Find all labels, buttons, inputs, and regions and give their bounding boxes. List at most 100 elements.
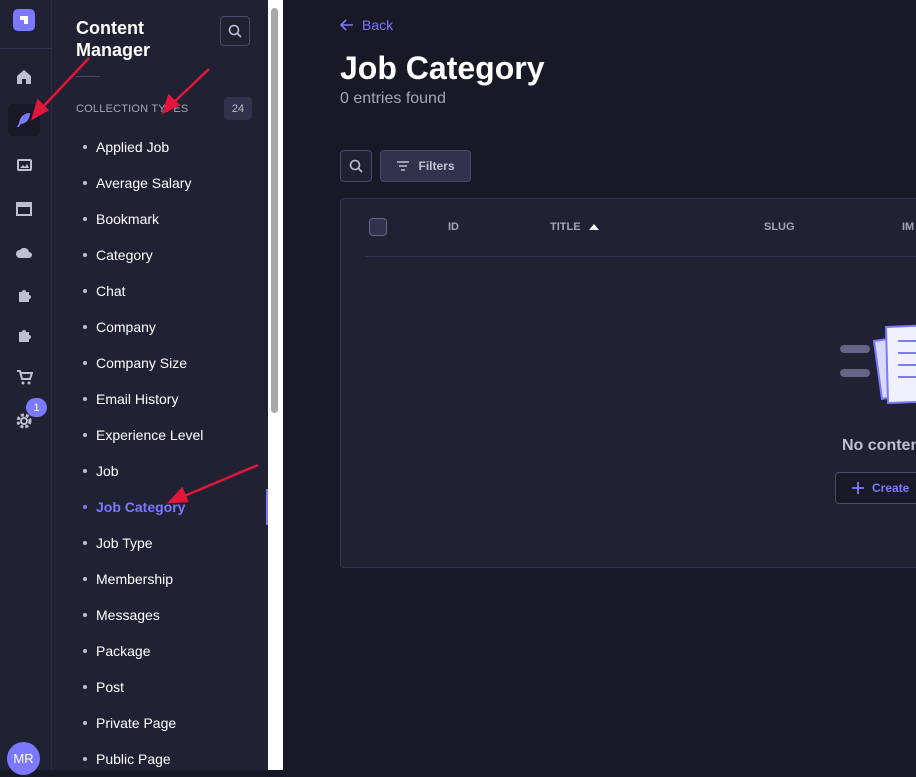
- bullet-dot: [83, 685, 87, 689]
- nav-item-label: Membership: [96, 571, 174, 587]
- main-nav-rail: 1 MR: [0, 0, 52, 775]
- plugin-icon[interactable]: [8, 279, 40, 311]
- nav-item-job-type[interactable]: Job Type: [52, 525, 268, 561]
- nav-item-label: Applied Job: [96, 139, 170, 155]
- sort-ascending-icon: [588, 224, 599, 230]
- search-icon: [228, 24, 242, 38]
- column-header-slug[interactable]: SLUG: [764, 221, 795, 233]
- nav-item-label: Chat: [96, 283, 126, 299]
- select-all-checkbox[interactable]: [369, 218, 387, 236]
- nav-item-company[interactable]: Company: [52, 309, 268, 345]
- nav-item-label: Public Page: [96, 751, 171, 767]
- nav-item-job[interactable]: Job: [52, 453, 268, 489]
- nav-item-company-size[interactable]: Company Size: [52, 345, 268, 381]
- bullet-dot: [83, 181, 87, 185]
- media-library-icon[interactable]: [8, 149, 40, 181]
- nav-item-label: Job: [96, 463, 119, 479]
- column-header-image[interactable]: IM: [902, 221, 914, 233]
- nav-item-bookmark[interactable]: Bookmark: [52, 201, 268, 237]
- column-header-title[interactable]: TITLE: [550, 221, 599, 233]
- bullet-dot: [83, 649, 87, 653]
- bullet-dot: [83, 613, 87, 617]
- cart-icon[interactable]: [8, 361, 40, 393]
- table-header: ID TITLE SLUG IM: [365, 199, 916, 257]
- bullet-dot: [83, 397, 87, 401]
- subnav-search-button[interactable]: [220, 16, 250, 46]
- nav-item-label: Job Category: [96, 499, 186, 515]
- cloud-icon[interactable]: [8, 237, 40, 269]
- nav-item-label: Experience Level: [96, 427, 204, 443]
- nav-item-label: Bookmark: [96, 211, 160, 227]
- nav-item-private-page[interactable]: Private Page: [52, 705, 268, 741]
- section-count-badge: 24: [224, 97, 252, 120]
- rail-divider: [0, 48, 52, 49]
- nav-item-applied-job[interactable]: Applied Job: [52, 129, 268, 165]
- nav-item-label: Category: [96, 247, 153, 263]
- plugin-icon[interactable]: [8, 319, 40, 351]
- arrow-left-icon: [340, 19, 353, 31]
- back-link-label: Back: [362, 17, 394, 33]
- bullet-dot: [83, 721, 87, 725]
- filter-icon: [397, 161, 410, 171]
- empty-state-message: No conten: [842, 437, 916, 454]
- create-entry-button[interactable]: Create: [835, 472, 916, 504]
- nav-item-label: Private Page: [96, 715, 177, 731]
- layout-icon[interactable]: [8, 193, 40, 225]
- main-content: Back Job Category 0 entries found Filter…: [283, 0, 916, 770]
- bullet-dot: [83, 289, 87, 293]
- bullet-dot: [83, 505, 87, 509]
- nav-item-email-history[interactable]: Email History: [52, 381, 268, 417]
- nav-item-public-page[interactable]: Public Page: [52, 741, 268, 777]
- nav-item-label: Job Type: [96, 535, 153, 551]
- create-entry-label: Create: [872, 481, 910, 495]
- bullet-dot: [83, 541, 87, 545]
- collection-types-list: Applied Job Average Salary Bookmark Categor…: [52, 129, 268, 777]
- app-logo[interactable]: [13, 9, 35, 31]
- nav-item-label: Email History: [96, 391, 179, 407]
- bullet-dot: [83, 577, 87, 581]
- content-manager-subnav: Content Manager COLLECTION TYPES 24 Appl…: [52, 0, 268, 770]
- nav-item-package[interactable]: Package: [52, 633, 268, 669]
- home-icon[interactable]: [8, 61, 40, 93]
- nav-item-label: Company: [96, 319, 156, 335]
- bullet-dot: [83, 325, 87, 329]
- avatar[interactable]: MR: [7, 742, 40, 775]
- section-label[interactable]: COLLECTION TYPES: [76, 103, 188, 115]
- nav-item-post[interactable]: Post: [52, 669, 268, 705]
- filters-button[interactable]: Filters: [380, 150, 471, 182]
- bullet-dot: [83, 361, 87, 365]
- page-title: Job Category: [340, 50, 545, 86]
- entries-count: 0 entries found: [340, 90, 446, 107]
- bullet-dot: [83, 217, 87, 221]
- bullet-dot: [83, 145, 87, 149]
- nav-item-average-salary[interactable]: Average Salary: [52, 165, 268, 201]
- settings-notification-badge: 1: [26, 398, 47, 417]
- nav-item-label: Company Size: [96, 355, 188, 371]
- column-header-id[interactable]: ID: [448, 221, 459, 233]
- search-button[interactable]: [340, 150, 372, 182]
- nav-item-label: Messages: [96, 607, 160, 623]
- entries-table: ID TITLE SLUG IM No conten Create: [340, 198, 916, 568]
- nav-item-label: Package: [96, 643, 151, 659]
- plus-icon: [852, 482, 864, 494]
- nav-item-chat[interactable]: Chat: [52, 273, 268, 309]
- bullet-dot: [83, 433, 87, 437]
- bullet-dot: [83, 757, 87, 761]
- nav-item-messages[interactable]: Messages: [52, 597, 268, 633]
- filters-label: Filters: [418, 159, 455, 173]
- back-link[interactable]: Back: [340, 17, 393, 33]
- nav-item-experience-level[interactable]: Experience Level: [52, 417, 268, 453]
- search-icon: [349, 159, 363, 173]
- nav-item-job-category[interactable]: Job Category: [52, 489, 268, 525]
- scrollbar-thumb[interactable]: [271, 8, 278, 413]
- subnav-title: Content Manager: [76, 18, 151, 60]
- bullet-dot: [83, 469, 87, 473]
- nav-item-membership[interactable]: Membership: [52, 561, 268, 597]
- subnav-divider: [76, 76, 100, 77]
- nav-item-label: Post: [96, 679, 125, 695]
- nav-item-category[interactable]: Category: [52, 237, 268, 273]
- nav-item-label: Average Salary: [96, 175, 192, 191]
- bullet-dot: [83, 253, 87, 257]
- content-manager-icon[interactable]: [8, 104, 40, 136]
- empty-documents-illustration: [840, 324, 916, 405]
